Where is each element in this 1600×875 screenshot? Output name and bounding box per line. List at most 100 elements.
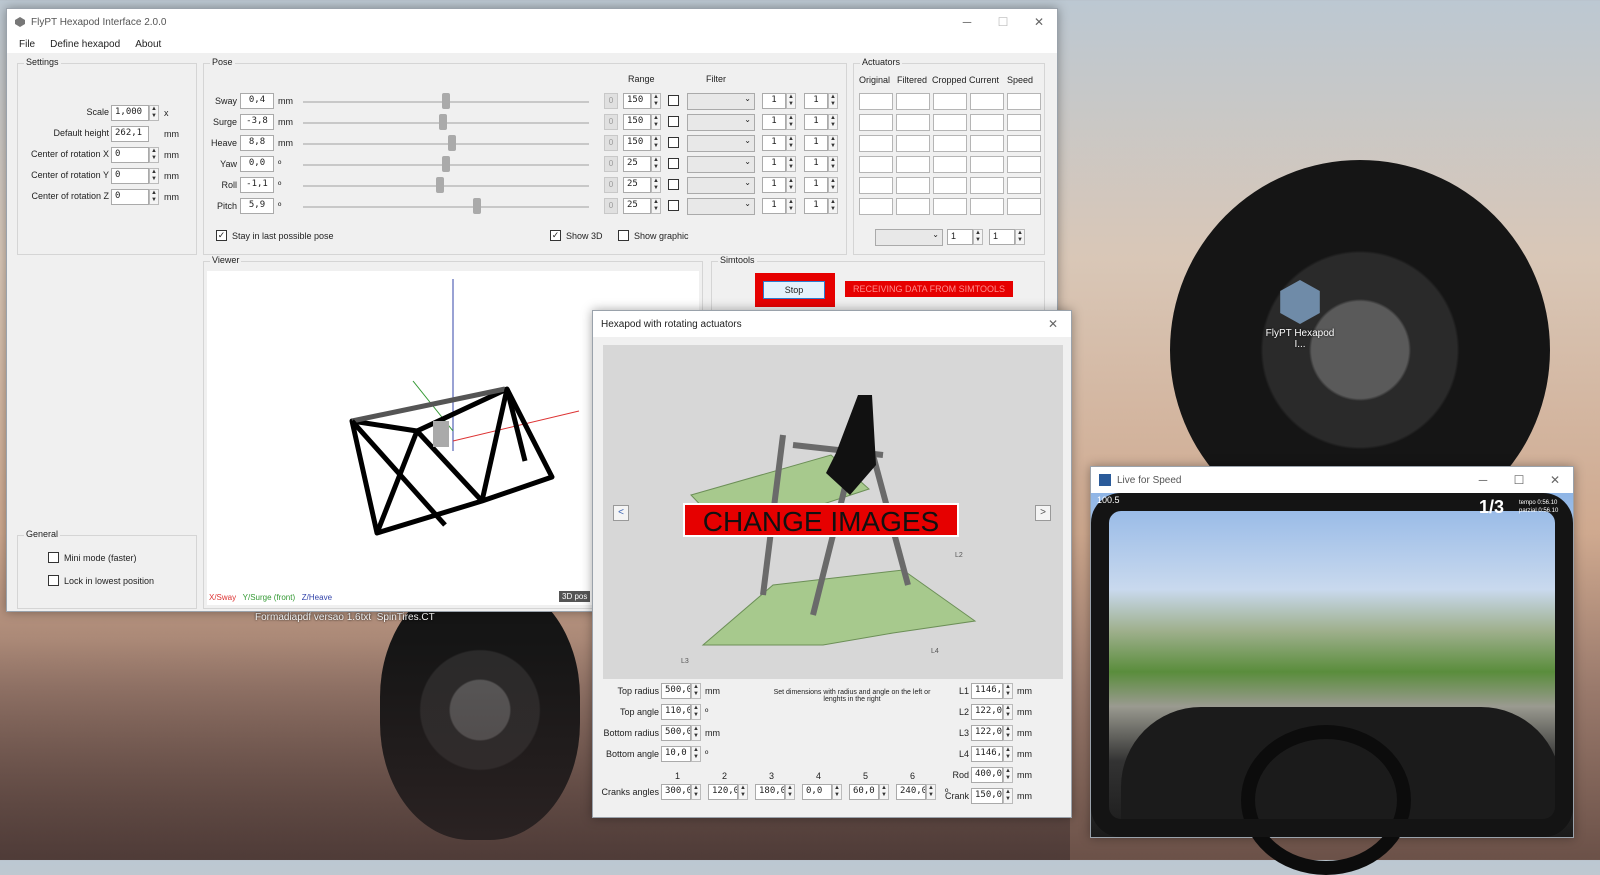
pose-filter-select[interactable]: ⌄ [687,198,755,215]
lfs-maximize-icon[interactable]: ☐ [1501,473,1537,487]
settings-value[interactable]: 0 [111,168,149,184]
pose-filter-1[interactable]: 1 [762,156,786,172]
pose-filter-select[interactable]: ⌄ [687,93,755,110]
hex-left-value[interactable]: 500,0 [661,683,691,699]
pose-filter-1[interactable]: 1 [762,198,786,214]
pose-filter-2[interactable]: 1 [804,198,828,214]
dialog-close-icon[interactable]: ✕ [1035,317,1071,331]
hex-right-value[interactable]: 1146,8 [971,746,1003,762]
actuator-bottom-2-spinner[interactable]: ▲ ▼ [1015,229,1025,245]
pose-range[interactable]: 25 [623,198,651,214]
hex-right-value[interactable]: 122,0 [971,704,1003,720]
pose-range[interactable]: 150 [623,135,651,151]
pose-filter-1-spinner[interactable]: ▲ ▼ [786,135,796,151]
settings-spinner[interactable]: ▲ ▼ [149,147,159,163]
crank-spinner[interactable]: ▲ ▼ [832,784,842,800]
hex-right-spinner[interactable]: ▲ ▼ [1003,704,1013,720]
hex-left-spinner[interactable]: ▲ ▼ [691,746,701,762]
menu-about[interactable]: About [135,39,161,50]
pose-filter-select[interactable]: ⌄ [687,135,755,152]
pose-slider-thumb[interactable] [442,156,450,172]
hex-right-spinner[interactable]: ▲ ▼ [1003,746,1013,762]
pose-range-spinner[interactable]: ▲ ▼ [651,135,661,151]
settings-value[interactable]: 262,1 [111,126,149,142]
pose-filter-2-spinner[interactable]: ▲ ▼ [828,177,838,193]
pose-value[interactable]: 8,8 [240,135,274,151]
pose-value[interactable]: -1,1 [240,177,274,193]
hex-right-value[interactable]: 1146,8 [971,683,1003,699]
pose-filter-1[interactable]: 1 [762,114,786,130]
prev-image-button[interactable]: < [613,505,629,521]
settings-value[interactable]: 0 [111,189,149,205]
pose-range-spinner[interactable]: ▲ ▼ [651,93,661,109]
hex-left-spinner[interactable]: ▲ ▼ [691,683,701,699]
pose-filter-checkbox[interactable] [668,179,679,190]
pose-filter-1-spinner[interactable]: ▲ ▼ [786,177,796,193]
hex-right-spinner[interactable]: ▲ ▼ [1003,767,1013,783]
pose-slider-thumb[interactable] [447,135,456,151]
crank-value[interactable]: 180,0 [755,784,785,800]
crank-spinner[interactable]: ▲ ▼ [926,784,936,800]
lfs-game-view[interactable]: 1/3 100.5 tempo 0:56.10 parzial 0:56.10 [1091,493,1573,875]
hex-left-value[interactable]: 10,0 [661,746,691,762]
pose-filter-1-spinner[interactable]: ▲ ▼ [786,93,796,109]
pose-filter-2-spinner[interactable]: ▲ ▼ [828,93,838,109]
pose-filter-select[interactable]: ⌄ [687,177,755,194]
actuator-bottom-2[interactable]: 1 [989,229,1015,245]
actuator-bottom-1-spinner[interactable]: ▲ ▼ [973,229,983,245]
next-image-button[interactable]: > [1035,505,1051,521]
pose-filter-1[interactable]: 1 [762,93,786,109]
crank-spinner[interactable]: ▲ ▼ [691,784,701,800]
show-3d-checkbox[interactable]: ✓ [550,230,561,241]
settings-spinner[interactable]: ▲ ▼ [149,105,159,121]
show-graphic-checkbox[interactable] [618,230,629,241]
lfs-titlebar[interactable]: Live for Speed ─ ☐ ✕ [1091,467,1573,493]
pose-filter-2[interactable]: 1 [804,177,828,193]
pose-slider-track[interactable] [303,185,589,187]
crank-value[interactable]: 300,0 [661,784,691,800]
pose-slider-thumb[interactable] [442,93,450,109]
pose-filter-1-spinner[interactable]: ▲ ▼ [786,156,796,172]
actuator-bottom-1[interactable]: 1 [947,229,973,245]
hex-left-spinner[interactable]: ▲ ▼ [691,725,701,741]
settings-spinner[interactable]: ▲ ▼ [149,189,159,205]
pose-slider-track[interactable] [303,206,589,208]
hex-right-spinner[interactable]: ▲ ▼ [1003,788,1013,804]
pose-filter-checkbox[interactable] [668,158,679,169]
pose-filter-2-spinner[interactable]: ▲ ▼ [828,135,838,151]
maximize-icon[interactable]: ☐ [985,15,1021,29]
pose-filter-1[interactable]: 1 [762,135,786,151]
crank-value[interactable]: 0,0 [802,784,832,800]
pose-value[interactable]: 0,4 [240,93,274,109]
settings-spinner[interactable]: ▲ ▼ [149,168,159,184]
hex-left-value[interactable]: 500,0 [661,725,691,741]
pose-range[interactable]: 150 [623,93,651,109]
pose-range-spinner[interactable]: ▲ ▼ [651,114,661,130]
pose-value[interactable]: 5,9 [240,198,274,214]
lock-lowest-checkbox[interactable] [48,575,59,586]
pose-filter-2-spinner[interactable]: ▲ ▼ [828,156,838,172]
pose-filter-checkbox[interactable] [668,95,679,106]
hexapod-dialog-titlebar[interactable]: Hexapod with rotating actuators ✕ [593,311,1071,337]
pose-filter-2[interactable]: 1 [804,156,828,172]
hex-right-spinner[interactable]: ▲ ▼ [1003,683,1013,699]
pose-filter-2[interactable]: 1 [804,114,828,130]
crank-value[interactable]: 120,0 [708,784,738,800]
hex-right-spinner[interactable]: ▲ ▼ [1003,725,1013,741]
settings-value[interactable]: 1,000 [111,105,149,121]
hex-right-value[interactable]: 150,0 [971,788,1003,804]
pose-filter-checkbox[interactable] [668,137,679,148]
pose-filter-2[interactable]: 1 [804,135,828,151]
pose-range[interactable]: 25 [623,177,651,193]
hex-left-spinner[interactable]: ▲ ▼ [691,704,701,720]
lfs-close-icon[interactable]: ✕ [1537,473,1573,487]
crank-value[interactable]: 60,0 [849,784,879,800]
hex-right-value[interactable]: 122,0 [971,725,1003,741]
pose-range-spinner[interactable]: ▲ ▼ [651,198,661,214]
pose-range[interactable]: 150 [623,114,651,130]
pose-filter-1[interactable]: 1 [762,177,786,193]
pose-slider-thumb[interactable] [436,177,445,193]
menu-file[interactable]: File [19,39,35,50]
pose-value[interactable]: 0,0 [240,156,274,172]
mini-mode-checkbox[interactable] [48,552,59,563]
